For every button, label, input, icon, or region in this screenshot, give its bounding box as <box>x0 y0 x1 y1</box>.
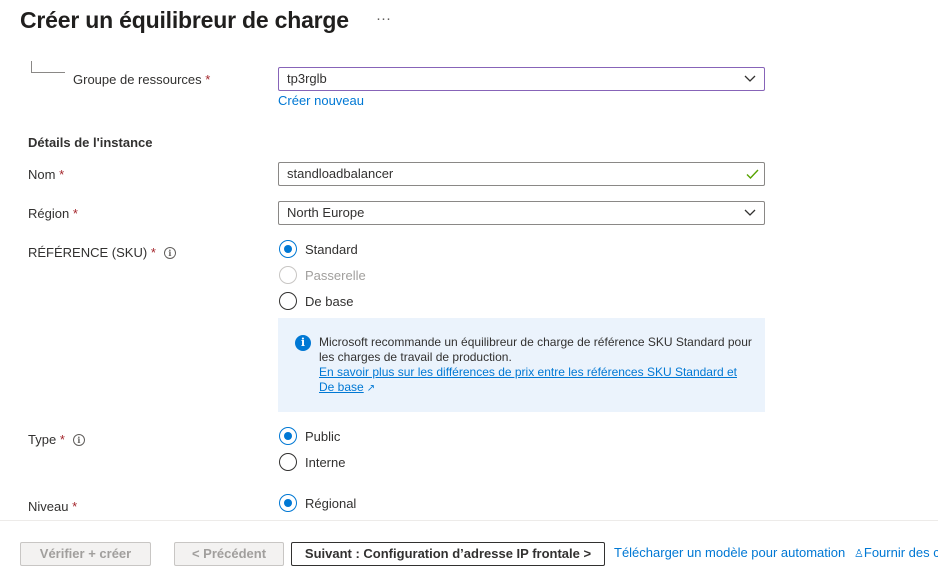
radio-button <box>279 427 297 445</box>
footer-bar: Vérifier + créer < Précédent Suivant : C… <box>0 520 938 577</box>
tree-connector <box>31 61 65 73</box>
more-options-icon[interactable]: ··· <box>376 10 391 27</box>
type-label: Type * i <box>28 432 85 447</box>
sku-info-message: i Microsoft recommande un équilibreur de… <box>278 318 765 412</box>
create-new-resource-group-link[interactable]: Créer nouveau <box>278 93 364 108</box>
type-radio-internal[interactable]: Interne <box>279 453 345 471</box>
info-icon[interactable]: i <box>72 434 85 446</box>
sku-info-text: Microsoft recommande un équilibreur de c… <box>319 335 752 394</box>
resource-group-label: Groupe de ressources * <box>73 72 211 87</box>
instance-details-heading: Détails de l'instance <box>28 135 153 150</box>
page-title: Créer un équilibreur de charge <box>20 7 349 33</box>
sku-pricing-link[interactable]: En savoir plus sur les différences de pr… <box>319 365 737 394</box>
sku-radio-gateway: Passerelle <box>279 266 366 284</box>
chevron-down-icon <box>744 75 756 82</box>
sku-label: RÉFÉRENCE (SKU) * i <box>28 245 176 260</box>
tier-label: Niveau * <box>28 499 78 514</box>
radio-button <box>279 240 297 258</box>
chevron-down-icon <box>744 209 756 216</box>
checkmark-icon <box>746 169 759 180</box>
region-select[interactable]: North Europe <box>278 201 765 225</box>
name-value: standloadbalancer <box>287 166 394 181</box>
region-value: North Europe <box>287 205 365 220</box>
next-frontend-ip-button[interactable]: Suivant : Configuration d’adresse IP fro… <box>291 542 605 566</box>
name-label: Nom * <box>28 167 65 182</box>
sku-radio-standard[interactable]: Standard <box>279 240 358 258</box>
review-create-button[interactable]: Vérifier + créer <box>20 542 151 566</box>
radio-button <box>279 453 297 471</box>
resource-group-value: tp3rglb <box>287 71 327 86</box>
info-icon[interactable]: i <box>163 247 176 259</box>
tier-radio-regional[interactable]: Régional <box>279 494 356 512</box>
feedback-link[interactable]: ♙Fournir des c <box>854 545 938 560</box>
name-input[interactable]: standloadbalancer <box>278 162 765 186</box>
type-radio-public[interactable]: Public <box>279 427 340 445</box>
resource-group-select[interactable]: tp3rglb <box>278 67 765 91</box>
radio-button <box>279 266 297 284</box>
feedback-icon: ♙ <box>854 548 864 560</box>
external-link-icon: ↗ <box>366 383 376 394</box>
info-circle-icon: i <box>295 335 311 351</box>
download-template-link[interactable]: Télécharger un modèle pour automation <box>614 545 845 560</box>
radio-button <box>279 494 297 512</box>
previous-button[interactable]: < Précédent <box>174 542 284 566</box>
sku-radio-basic[interactable]: De base <box>279 292 353 310</box>
region-label: Région * <box>28 206 78 221</box>
radio-button <box>279 292 297 310</box>
